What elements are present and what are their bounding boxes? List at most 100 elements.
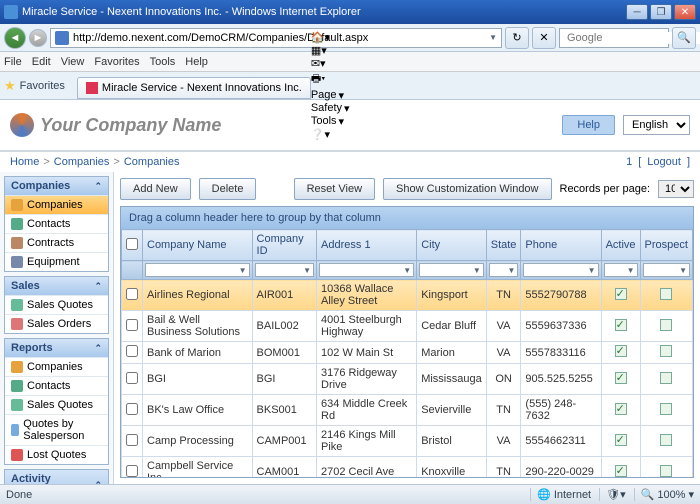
- filter-company-name[interactable]: ▼: [145, 263, 250, 277]
- active-checkbox[interactable]: [615, 345, 627, 357]
- table-row[interactable]: BK's Law Office BKS001 634 Middle Creek …: [122, 395, 693, 426]
- favorites-star-icon[interactable]: ★: [4, 78, 16, 94]
- prospect-checkbox[interactable]: [660, 434, 672, 446]
- active-checkbox[interactable]: [615, 434, 627, 446]
- menu-view[interactable]: View: [61, 56, 85, 68]
- sidebar-item-lost-quotes[interactable]: Lost Quotes: [5, 445, 108, 464]
- browser-tab[interactable]: Miracle Service - Nexent Innovations Inc…: [77, 77, 311, 99]
- col-prospect[interactable]: Prospect: [640, 230, 692, 261]
- sidebar-item-contacts[interactable]: Contacts: [5, 376, 108, 395]
- sidebar-item-sales-quotes[interactable]: Sales Quotes: [5, 295, 108, 314]
- col-city[interactable]: City: [417, 230, 487, 261]
- forward-button[interactable]: ►: [29, 29, 47, 47]
- sidebar-item-companies[interactable]: Companies: [5, 195, 108, 214]
- breadcrumb-companies[interactable]: Companies: [54, 156, 110, 168]
- filter-phone[interactable]: ▼: [523, 263, 598, 277]
- help-button[interactable]: Help: [562, 115, 615, 135]
- menu-file[interactable]: File: [4, 56, 22, 68]
- table-row[interactable]: BGI BGI 3176 Ridgeway Drive Mississauga …: [122, 364, 693, 395]
- active-checkbox[interactable]: [615, 288, 627, 300]
- mail-button[interactable]: ✉▾: [311, 57, 350, 70]
- col-address[interactable]: Address 1: [317, 230, 417, 261]
- sidebar-header-companies[interactable]: Companies⌃: [5, 177, 108, 195]
- reset-view-button[interactable]: Reset View: [294, 178, 375, 200]
- col-phone[interactable]: Phone: [521, 230, 601, 261]
- row-checkbox[interactable]: [126, 434, 138, 446]
- prospect-checkbox[interactable]: [660, 403, 672, 415]
- stop-button[interactable]: ✕: [532, 27, 556, 49]
- close-button[interactable]: ✕: [674, 4, 696, 20]
- language-select[interactable]: English: [623, 115, 690, 135]
- col-company-id[interactable]: Company ID: [252, 230, 317, 261]
- logout-link[interactable]: Logout: [647, 156, 681, 168]
- col-active[interactable]: Active: [601, 230, 640, 261]
- row-checkbox[interactable]: [126, 372, 138, 384]
- zoom-control[interactable]: 🔍100% ▾: [634, 488, 694, 501]
- sidebar-header-activity[interactable]: Activity Dashboard⌃: [5, 470, 108, 484]
- prospect-checkbox[interactable]: [660, 288, 672, 300]
- prospect-checkbox[interactable]: [660, 319, 672, 331]
- records-per-page-select[interactable]: 100: [658, 180, 694, 198]
- dropdown-icon[interactable]: ▼: [489, 33, 497, 42]
- prospect-checkbox[interactable]: [660, 372, 672, 384]
- col-company-name[interactable]: Company Name: [143, 230, 253, 261]
- active-checkbox[interactable]: [615, 319, 627, 331]
- row-checkbox[interactable]: [126, 345, 138, 357]
- table-row[interactable]: Bail & Well Business Solutions BAIL002 4…: [122, 311, 693, 342]
- active-checkbox[interactable]: [615, 465, 627, 477]
- prospect-checkbox[interactable]: [660, 465, 672, 477]
- filter-active[interactable]: ▼: [604, 263, 638, 277]
- add-new-button[interactable]: Add New: [120, 178, 191, 200]
- security-zone[interactable]: 🌐Internet: [530, 488, 591, 501]
- sidebar-item-contracts[interactable]: Contracts: [5, 233, 108, 252]
- filter-company-id[interactable]: ▼: [255, 263, 315, 277]
- filter-address[interactable]: ▼: [319, 263, 414, 277]
- prospect-checkbox[interactable]: [660, 345, 672, 357]
- active-checkbox[interactable]: [615, 403, 627, 415]
- sidebar-item-equipment[interactable]: Equipment: [5, 252, 108, 271]
- back-button[interactable]: ◄: [4, 27, 26, 49]
- menu-edit[interactable]: Edit: [32, 56, 51, 68]
- delete-button[interactable]: Delete: [199, 178, 257, 200]
- row-checkbox[interactable]: [126, 319, 138, 331]
- sidebar-item-quotes-by-salesperson[interactable]: Quotes by Salesperson: [5, 414, 108, 445]
- row-checkbox[interactable]: [126, 465, 138, 477]
- maximize-button[interactable]: ❐: [650, 4, 672, 20]
- col-state[interactable]: State: [486, 230, 521, 261]
- filter-city[interactable]: ▼: [419, 263, 484, 277]
- table-row[interactable]: Airlines Regional AIR001 10368 Wallace A…: [122, 280, 693, 311]
- address-bar[interactable]: ▼: [50, 28, 502, 48]
- table-row[interactable]: Campbell Service Inc. CAM001 2702 Cecil …: [122, 457, 693, 478]
- group-by-bar[interactable]: Drag a column header here to group by th…: [121, 207, 693, 229]
- table-row[interactable]: Camp Processing CAMP001 2146 Kings Mill …: [122, 426, 693, 457]
- menu-help[interactable]: Help: [185, 56, 208, 68]
- breadcrumb-home[interactable]: Home: [10, 156, 39, 168]
- cell-company-name: Bail & Well Business Solutions: [143, 311, 253, 342]
- row-checkbox[interactable]: [126, 288, 138, 300]
- url-input[interactable]: [73, 32, 485, 44]
- search-go-button[interactable]: 🔍: [672, 27, 696, 49]
- customization-button[interactable]: Show Customization Window: [383, 178, 551, 200]
- favorites-label[interactable]: Favorites: [20, 80, 65, 92]
- home-button[interactable]: 🏠▾: [311, 31, 350, 44]
- table-row[interactable]: Bank of Marion BOM001 102 W Main St Mari…: [122, 342, 693, 364]
- refresh-button[interactable]: ↻: [505, 27, 529, 49]
- active-checkbox[interactable]: [615, 372, 627, 384]
- filter-state[interactable]: ▼: [489, 263, 519, 277]
- sidebar-header-sales[interactable]: Sales⌃: [5, 277, 108, 295]
- sidebar-item-contacts[interactable]: Contacts: [5, 214, 108, 233]
- sidebar-header-reports[interactable]: Reports⌃: [5, 339, 108, 357]
- menu-favorites[interactable]: Favorites: [94, 56, 139, 68]
- menu-tools[interactable]: Tools: [150, 56, 176, 68]
- sidebar-item-companies[interactable]: Companies: [5, 357, 108, 376]
- protected-mode[interactable]: 🛡▾: [599, 488, 626, 501]
- print-button[interactable]: 🖶▾: [311, 70, 350, 89]
- select-all-checkbox[interactable]: [126, 238, 138, 250]
- row-checkbox[interactable]: [126, 403, 138, 415]
- sidebar-item-sales-quotes[interactable]: Sales Quotes: [5, 395, 108, 414]
- feeds-button[interactable]: ▦▾: [311, 44, 350, 57]
- sidebar-item-sales-orders[interactable]: Sales Orders: [5, 314, 108, 333]
- minimize-button[interactable]: ─: [626, 4, 648, 20]
- search-box[interactable]: [559, 28, 669, 48]
- filter-prospect[interactable]: ▼: [643, 263, 690, 277]
